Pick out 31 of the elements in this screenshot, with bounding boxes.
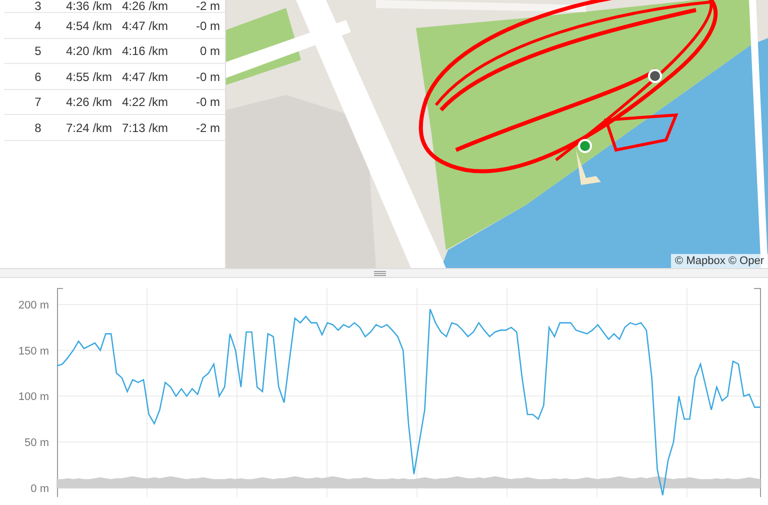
map-attribution[interactable]: © Mapbox © Oper [671,254,768,268]
table-cell: 8 [34,120,42,135]
table-cell: 4:26 /km [122,0,168,12]
table-cell: 4:26 /km [66,95,112,110]
drag-handle-icon[interactable] [374,270,386,276]
table-cell: 5 [34,44,42,58]
table-cell: -2 m [196,0,220,12]
table-cell: 3 [34,0,42,12]
table-cell: 4:36 /km [66,0,112,12]
table-cell: 7:24 /km [66,120,112,135]
table-cell: 4:47 /km [122,70,168,84]
table-cell: 4:55 /km [66,70,112,84]
table-cell: 0 m [200,44,220,58]
table-cell: 4:16 /km [122,44,168,58]
table-cell: -2 m [196,120,220,135]
table-cell: 7:13 /km [122,120,168,135]
table-cell: -0 m [196,95,220,110]
table-cell: 4:20 /km [66,44,112,58]
axis-label: 100 m [18,391,49,404]
table-cell: 6 [34,70,42,84]
axis-label: 200 m [18,300,49,312]
axis-label: 50 m [24,437,49,449]
axis-label: 0 m [30,482,49,495]
table-cell: 4:22 /km [122,95,168,110]
table-cell: -0 m [196,18,220,33]
table-cell: 4 [34,18,42,33]
axis-label: 150 m [18,345,49,358]
table-cell: 4:47 /km [122,18,168,33]
table-cell: 4:54 /km [66,18,112,33]
table-cell: 7 [34,95,42,110]
table-cell: -0 m [196,70,220,84]
